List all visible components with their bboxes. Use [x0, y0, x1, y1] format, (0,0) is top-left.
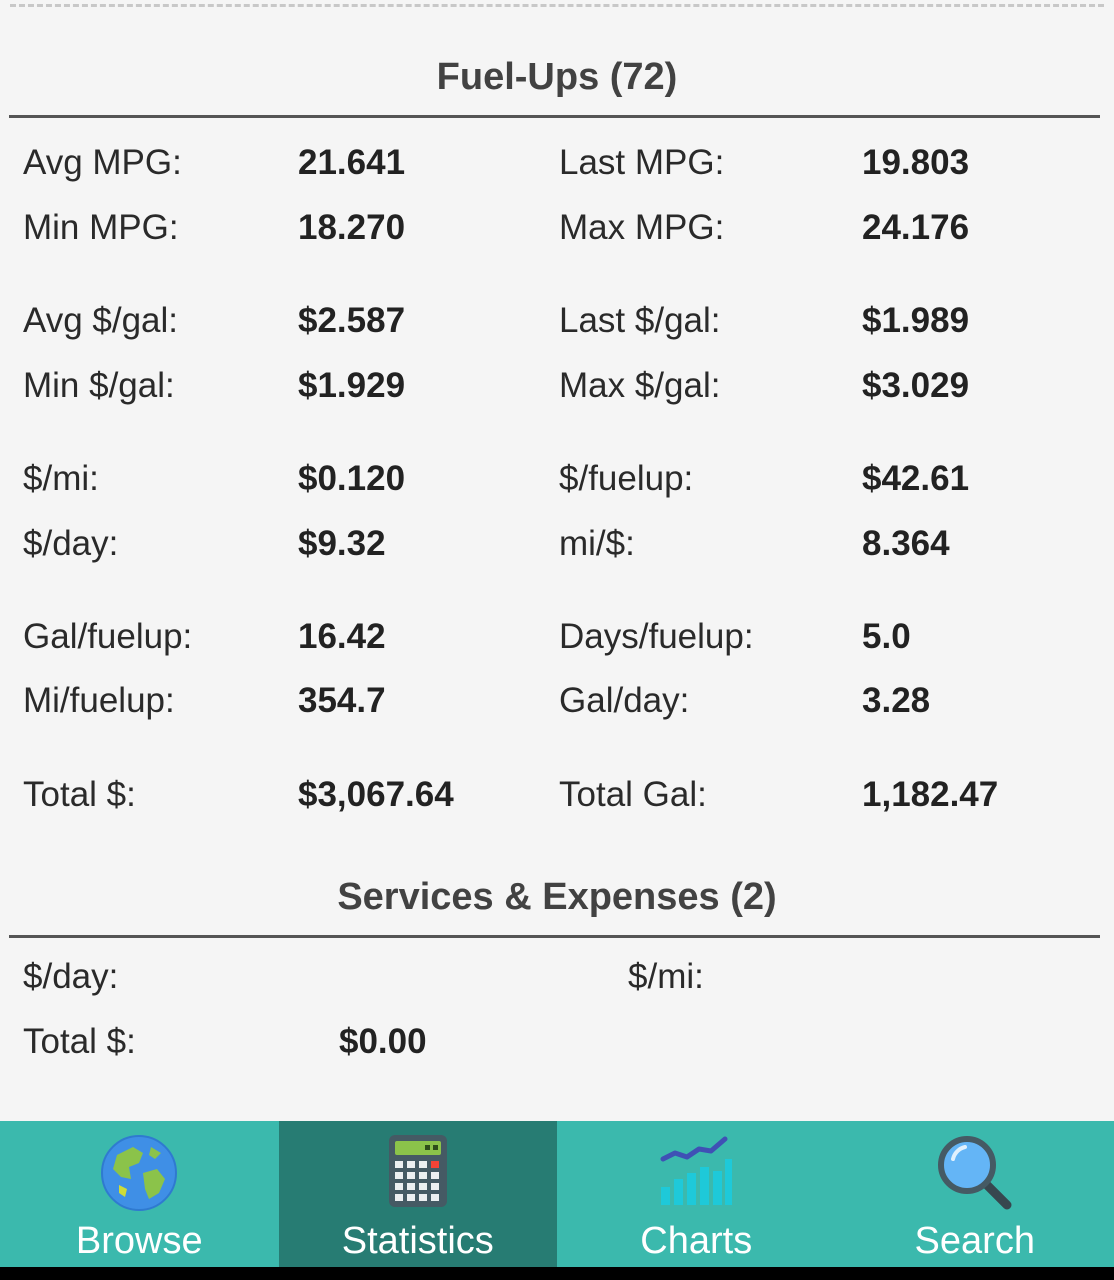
services-per-day-label: $/day: [23, 957, 119, 996]
avg-price-label: Avg $/gal: [23, 301, 179, 340]
miles-per-dollar-value: 8.364 [862, 524, 950, 563]
min-price-label: Min $/gal: [23, 366, 175, 405]
nav-browse-label: Browse [75, 1220, 203, 1262]
min-mpg-value: 18.270 [298, 208, 406, 247]
miles-per-dollar-label: mi/$: [559, 524, 635, 563]
gal-per-day-label: Gal/day: [559, 681, 690, 720]
avg-mpg-label: Avg MPG: [23, 143, 182, 182]
magnifier-icon [935, 1133, 1015, 1218]
services-total-value: $0.00 [339, 1022, 427, 1061]
max-price-value: $3.029 [862, 366, 970, 405]
mi-per-fuelup-label: Mi/fuelup: [23, 681, 175, 720]
nav-charts-label: Charts [640, 1220, 753, 1262]
avg-mpg-value: 21.641 [298, 143, 406, 182]
calculator-icon [387, 1133, 449, 1214]
mi-per-fuelup-value: 354.7 [298, 681, 386, 720]
nav-search-label: Search [914, 1220, 1035, 1262]
total-cost-value: $3,067.64 [298, 775, 454, 814]
min-price-value: $1.929 [298, 366, 406, 405]
services-title: Services & Expenses (2) [337, 876, 777, 918]
total-gal-label: Total Gal: [559, 775, 707, 814]
total-cost-label: Total $: [23, 775, 136, 814]
nav-statistics-label: Statistics [341, 1220, 494, 1262]
services-per-mile-label: $/mi: [628, 957, 704, 996]
services-total-label: Total $: [23, 1022, 136, 1061]
days-per-fuelup-label: Days/fuelup: [559, 617, 754, 656]
cost-per-day-label: $/day: [23, 524, 119, 563]
max-price-label: Max $/gal: [559, 366, 721, 405]
chart-icon [659, 1133, 733, 1212]
last-mpg-label: Last MPG: [559, 143, 725, 182]
max-mpg-value: 24.176 [862, 208, 970, 247]
cost-per-fuelup-label: $/fuelup: [559, 459, 694, 498]
system-bar [0, 1267, 1114, 1280]
cost-per-day-value: $9.32 [298, 524, 386, 563]
nav-browse[interactable]: Browse [0, 1121, 279, 1267]
fuelups-divider [9, 115, 1100, 118]
last-price-value: $1.989 [862, 301, 970, 340]
cost-per-mile-value: $0.120 [298, 459, 406, 498]
nav-statistics[interactable]: Statistics [278, 1121, 557, 1267]
max-mpg-label: Max MPG: [559, 208, 725, 247]
gal-per-fuelup-label: Gal/fuelup: [23, 617, 193, 656]
nav-search[interactable]: Search [836, 1121, 1114, 1267]
nav-charts[interactable]: Charts [557, 1121, 836, 1267]
bottom-navigation: Browse Statistics Charts Search [0, 1121, 1114, 1267]
gal-per-day-value: 3.28 [862, 681, 931, 720]
total-gal-value: 1,182.47 [862, 775, 999, 814]
days-per-fuelup-value: 5.0 [862, 617, 911, 656]
avg-price-value: $2.587 [298, 301, 406, 340]
cost-per-mile-label: $/mi: [23, 459, 99, 498]
globe-icon [99, 1133, 179, 1218]
cost-per-fuelup-value: $42.61 [862, 459, 970, 498]
services-divider [9, 935, 1100, 938]
last-price-label: Last $/gal: [559, 301, 721, 340]
min-mpg-label: Min MPG: [23, 208, 179, 247]
top-divider [10, 4, 1104, 7]
last-mpg-value: 19.803 [862, 143, 970, 182]
gal-per-fuelup-value: 16.42 [298, 617, 386, 656]
fuelups-title: Fuel-Ups (72) [436, 56, 678, 98]
